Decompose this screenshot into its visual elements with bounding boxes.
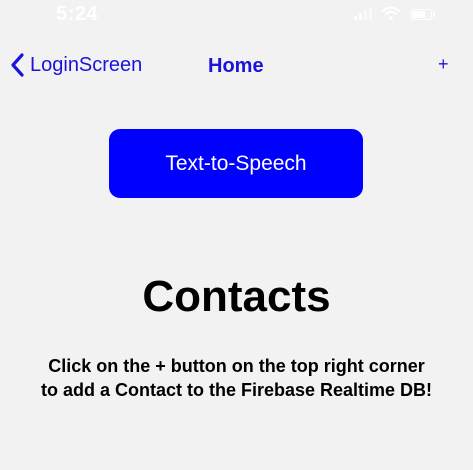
status-icons — [354, 6, 435, 20]
cellular-signal-icon — [354, 6, 372, 20]
back-button[interactable]: LoginScreen — [10, 53, 142, 77]
status-time: 5:24 — [56, 3, 99, 25]
battery-tip — [433, 12, 435, 17]
text-to-speech-button-label: Text-to-Speech — [165, 151, 307, 175]
instructions-text: Click on the + button on the top right c… — [40, 356, 433, 400]
back-button-label: LoginScreen — [30, 53, 143, 76]
nav-title: Home — [208, 55, 264, 77]
status-bar: 5:24 — [0, 0, 473, 30]
battery-icon — [410, 9, 432, 20]
navigation-bar: LoginScreen Home + — [0, 45, 473, 89]
page-title: Contacts — [142, 272, 331, 321]
wifi-icon — [382, 6, 400, 20]
add-contact-button[interactable]: + — [438, 54, 449, 75]
chevron-left-icon — [11, 53, 24, 77]
text-to-speech-button[interactable]: Text-to-Speech — [109, 129, 363, 198]
